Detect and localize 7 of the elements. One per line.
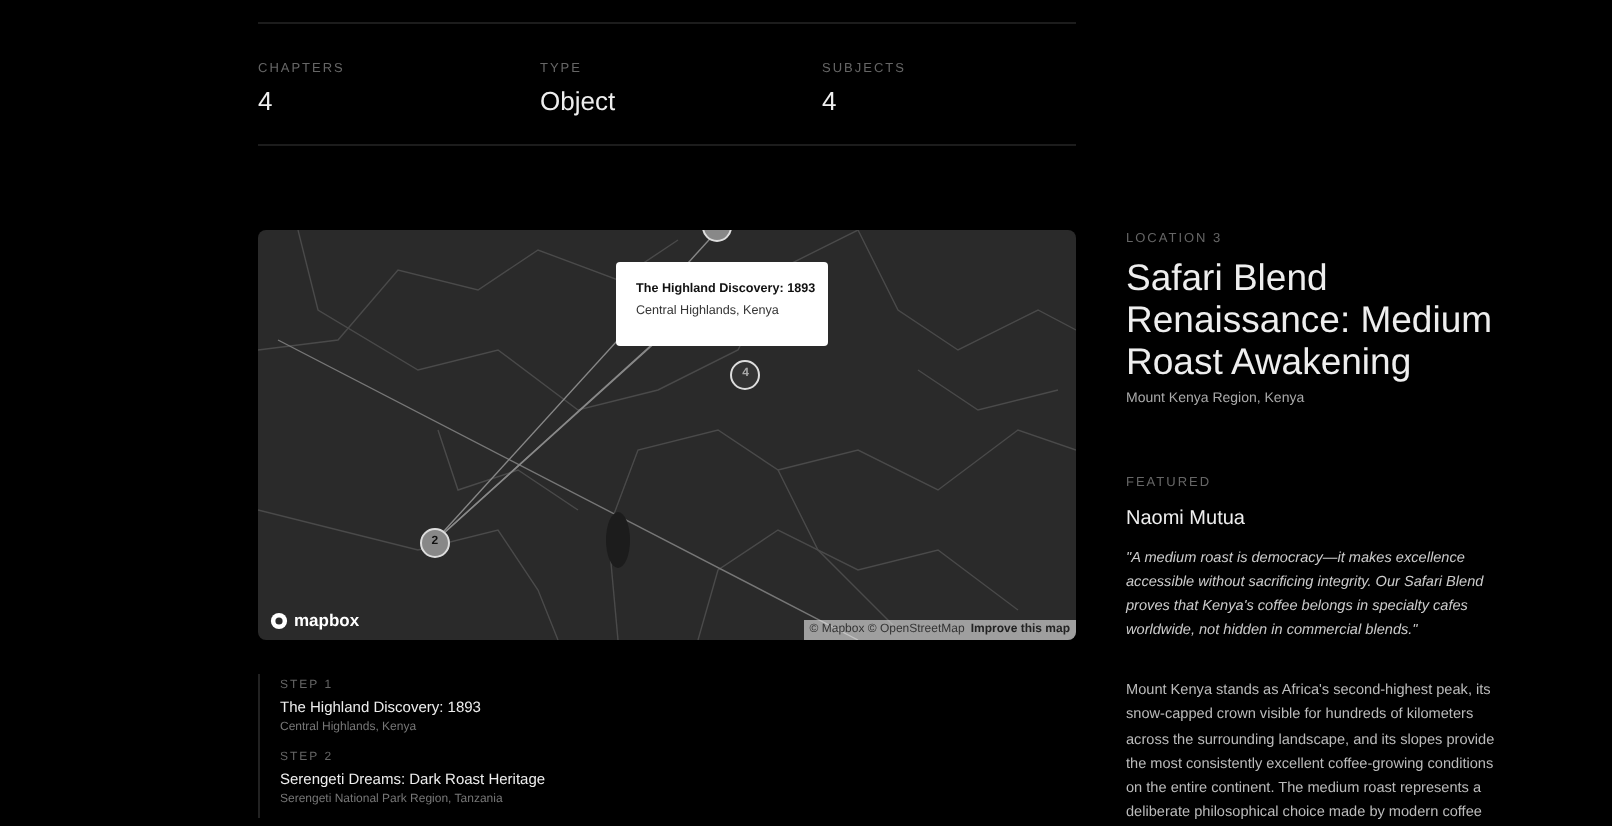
stat-value: Object <box>540 86 618 116</box>
stat-value: 4 <box>822 86 839 116</box>
mapbox-logo-icon <box>270 611 288 629</box>
featured-name: Naomi Mutua <box>1126 508 1247 530</box>
stat-value: 4 <box>258 86 275 116</box>
location-title: Safari Blend Renaissance: Medium Roast Awakening <box>1126 256 1495 382</box>
mapbox-logo[interactable]: mapbox <box>294 610 360 630</box>
